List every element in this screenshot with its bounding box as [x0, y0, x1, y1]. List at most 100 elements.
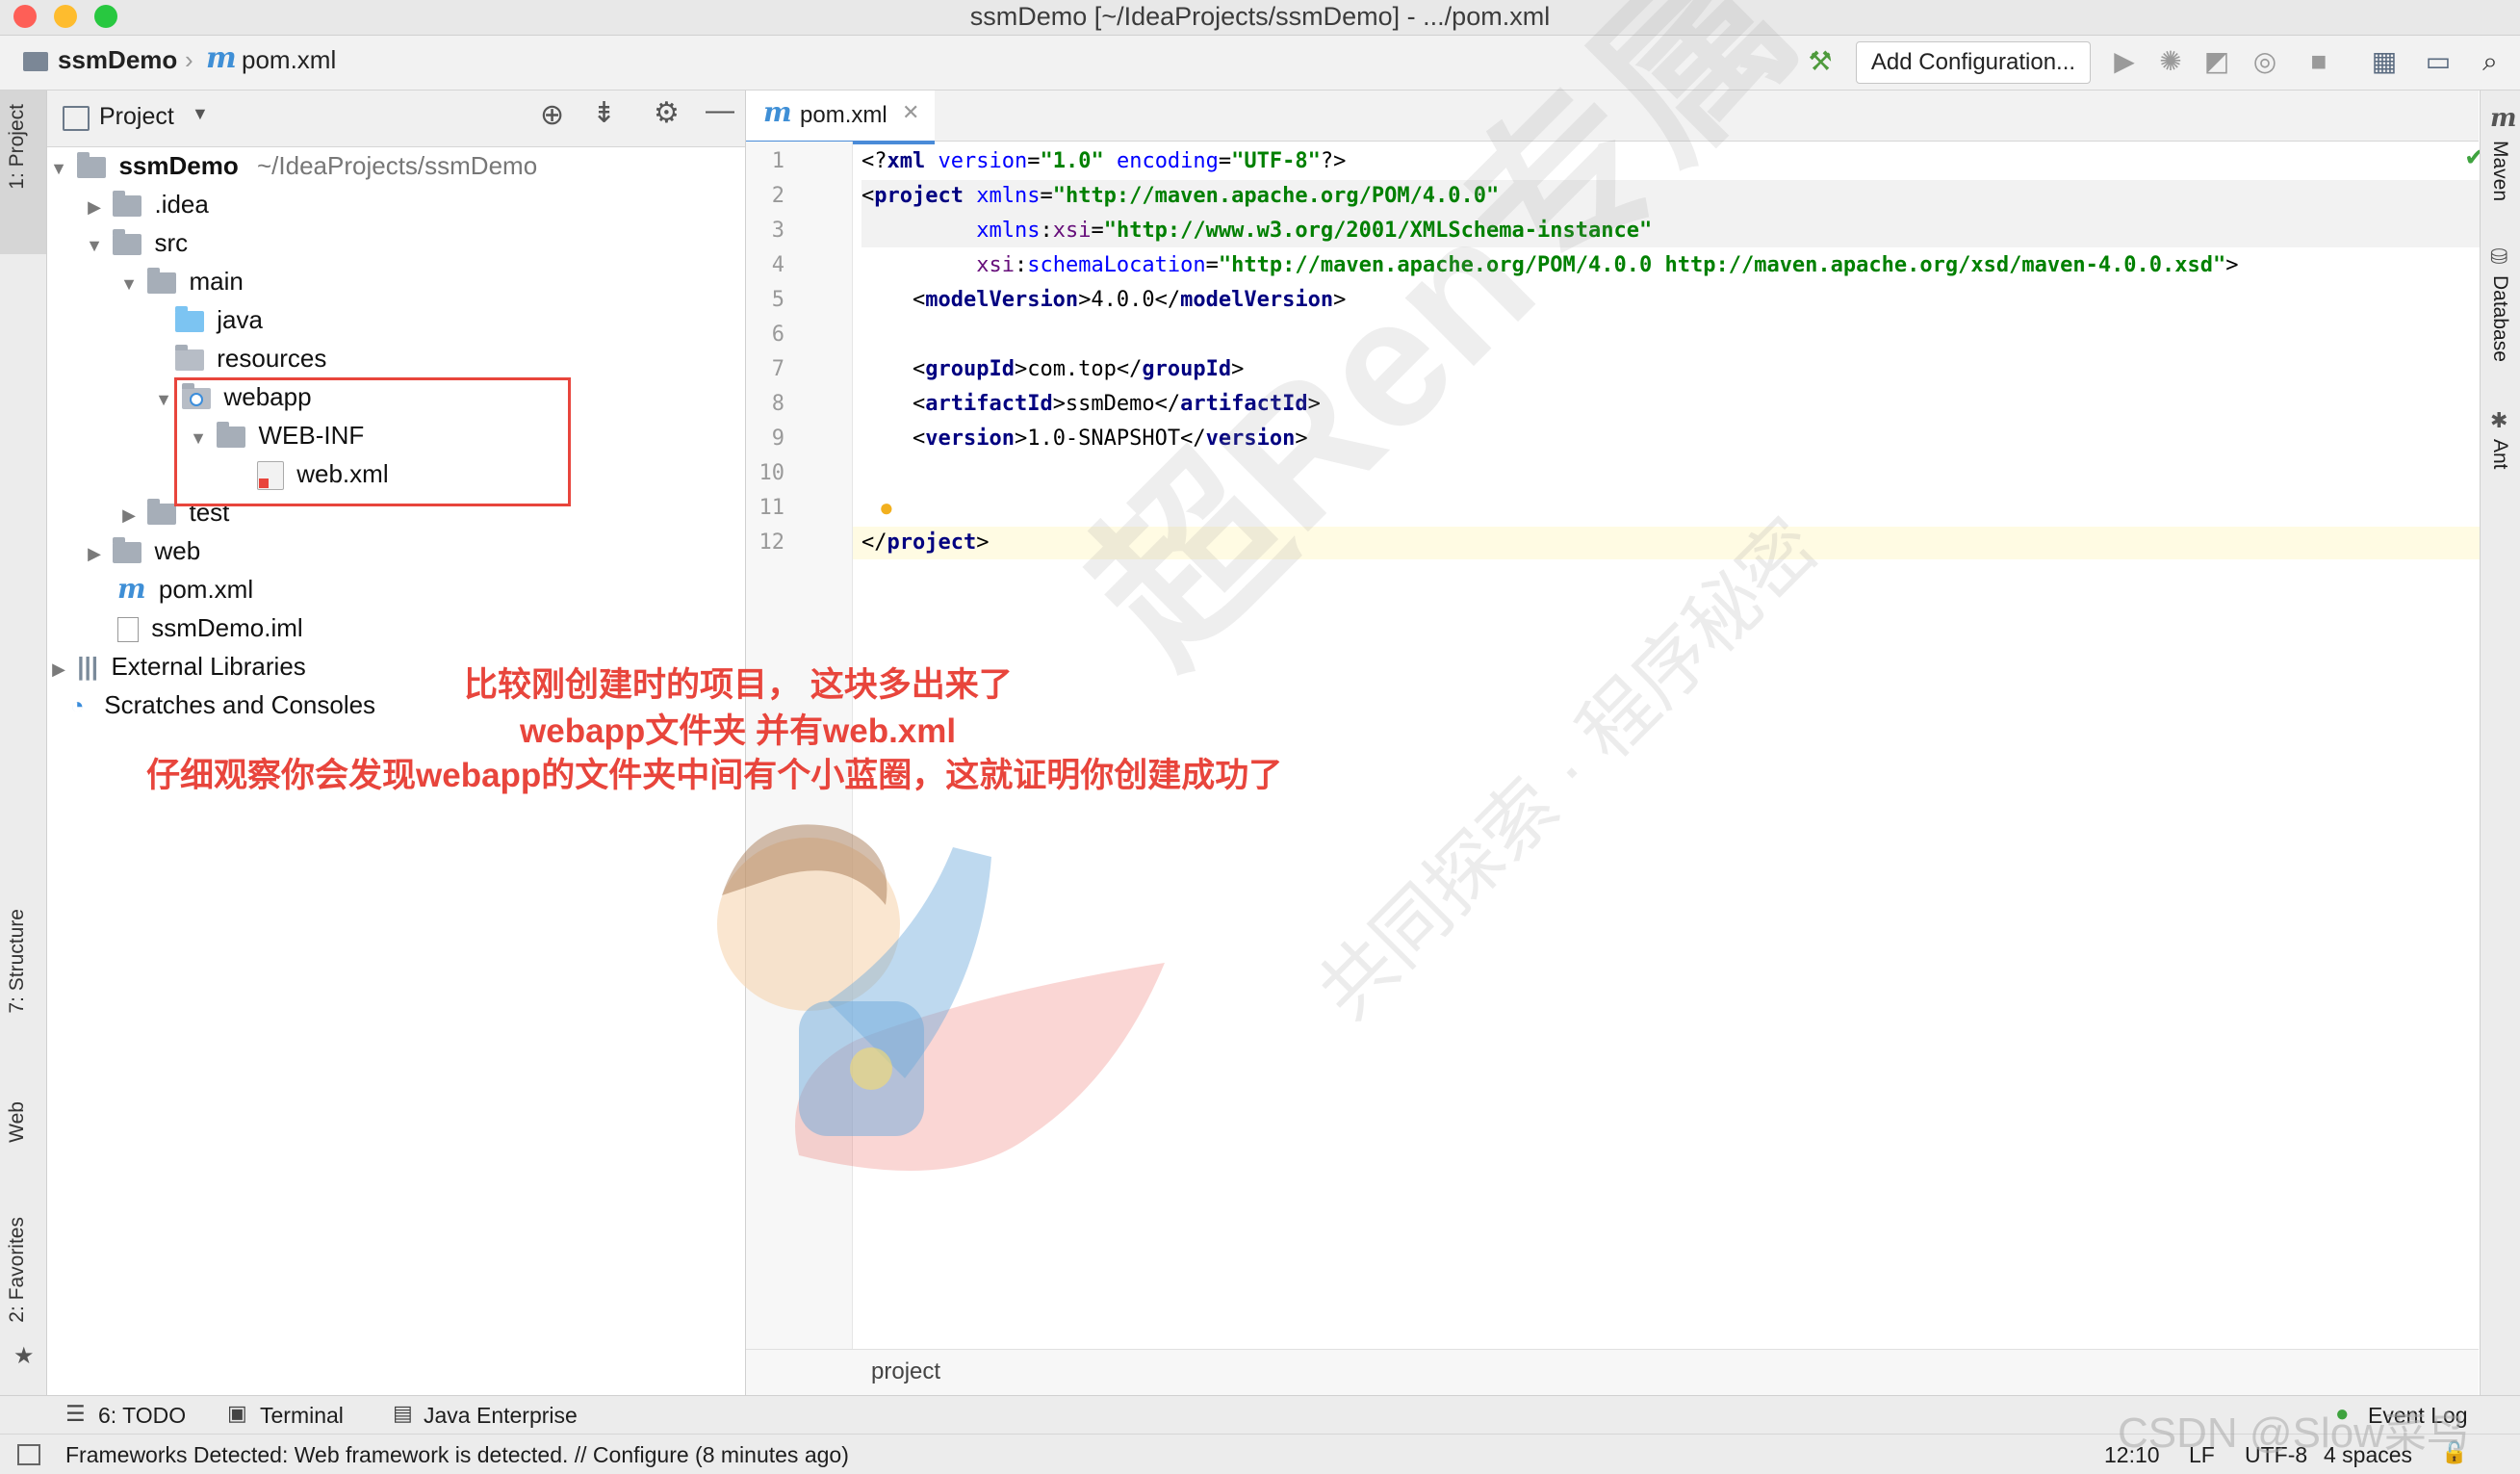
annotation-line-3: 仔细观察你会发现webapp的文件夹中间有个小蓝圈，这就证明你创建成功了 — [146, 757, 1283, 794]
collapsed-arrow-icon: ▶ — [52, 659, 65, 679]
collapsed-arrow-icon: ▶ — [122, 505, 136, 525]
maven-file-icon: m — [206, 41, 237, 75]
tree-row-pom[interactable]: m pom.xml — [117, 570, 253, 608]
folder-icon — [113, 191, 142, 218]
editor-breadcrumb-bar: project — [746, 1349, 2479, 1396]
ant-icon: ✱ — [2490, 408, 2508, 432]
project-view-selector[interactable]: Project — [99, 103, 174, 131]
watermark-sub: 共同探索 · 程序秘密 — [1301, 503, 1835, 1035]
run-icon[interactable]: ▶ — [2108, 45, 2141, 78]
line-number: 2 — [771, 184, 784, 208]
presentation-icon[interactable]: ▭ — [2422, 45, 2455, 78]
project-structure-icon[interactable]: ▦ — [2368, 45, 2401, 78]
breadcrumb-project[interactable]: ssmDemo — [58, 45, 177, 75]
tree-row-web[interactable]: ▶ web — [83, 531, 200, 570]
annotation-line-1: 比较刚创建时的项目， 这块多出来了 — [464, 666, 1013, 704]
collapsed-arrow-icon: ▶ — [88, 197, 101, 217]
tab-web[interactable]: Web — [6, 1101, 29, 1143]
expand-arrow-icon: ▼ — [50, 159, 67, 178]
line-number: 11 — [759, 496, 785, 520]
folder-icon — [113, 229, 142, 256]
tab-todo[interactable]: 6: TODO — [98, 1403, 186, 1429]
line-number: 9 — [771, 427, 784, 451]
tab-ant[interactable]: Ant — [2488, 439, 2511, 470]
tree-label: Scratches and Consoles — [104, 690, 376, 719]
maven-icon: m — [2490, 104, 2517, 133]
tree-row-src[interactable]: ▼ src — [83, 223, 188, 262]
expand-arrow-icon: ▼ — [155, 390, 172, 409]
maven-file-icon: m — [763, 96, 792, 128]
line-number: 7 — [771, 357, 784, 381]
tab-structure[interactable]: 7: Structure — [6, 909, 29, 1014]
module-folder-icon — [77, 152, 107, 179]
hide-panel-icon[interactable]: — — [706, 94, 734, 127]
lightbulb-icon[interactable]: ● — [879, 493, 894, 523]
expand-arrow-icon: ▼ — [86, 236, 103, 255]
tab-terminal[interactable]: Terminal — [260, 1403, 344, 1429]
source-folder-icon — [175, 306, 204, 333]
tree-label: main — [189, 267, 244, 296]
line-number: 5 — [771, 288, 784, 312]
project-view-icon — [63, 106, 90, 131]
scratches-icon: ◔ — [70, 693, 85, 719]
tree-row-scratches[interactable]: ◔ Scratches and Consoles — [70, 685, 375, 724]
expand-arrow-icon: ▼ — [120, 274, 138, 294]
tree-row-main[interactable]: ▼ main — [117, 262, 244, 300]
collapsed-arrow-icon: ▶ — [88, 544, 101, 563]
favorites-star-icon: ★ — [13, 1343, 35, 1369]
coverage-icon[interactable]: ◩ — [2200, 45, 2233, 78]
title-bar: ssmDemo [~/IdeaProjects/ssmDemo] - .../p… — [0, 0, 2520, 36]
tree-label: ssmDemo.iml — [151, 613, 303, 642]
status-message[interactable]: Frameworks Detected: Web framework is de… — [65, 1442, 849, 1468]
tree-row-root[interactable]: ▼ ssmDemo ~/IdeaProjects/ssmDemo — [47, 146, 537, 185]
code-line-1[interactable]: <?xml version="1.0" encoding="UTF-8"?> — [861, 149, 1346, 173]
tab-label: pom.xml — [800, 102, 887, 128]
library-icon: ||| — [77, 652, 99, 681]
maven-file-icon: m — [117, 573, 146, 605]
locate-icon[interactable]: ⊕ — [540, 98, 564, 132]
search-icon[interactable]: ⌕ — [2474, 45, 2507, 78]
tab-pom-xml[interactable]: m pom.xml ✕ — [746, 91, 935, 144]
tab-project[interactable]: 1: Project — [6, 104, 29, 190]
collapse-all-icon[interactable]: ⇟ — [592, 96, 616, 130]
tree-label: src — [154, 228, 189, 257]
editor-breadcrumb[interactable]: project — [871, 1358, 940, 1385]
chevron-down-icon[interactable]: ▼ — [192, 104, 209, 124]
tree-row-external-libraries[interactable]: ▶ ||| External Libraries — [47, 647, 306, 685]
profile-icon[interactable]: ◎ — [2249, 45, 2281, 78]
tree-label: External Libraries — [111, 652, 306, 681]
tab-database[interactable]: Database — [2488, 275, 2511, 362]
tree-row-idea[interactable]: ▶ .idea — [83, 185, 209, 223]
root-path: ~/IdeaProjects/ssmDemo — [256, 151, 538, 180]
tree-row-resources[interactable]: resources — [175, 339, 326, 377]
line-number: 6 — [771, 323, 784, 347]
close-tab-icon[interactable]: ✕ — [902, 100, 919, 125]
toggle-tool-windows-icon[interactable] — [17, 1444, 40, 1465]
tree-row-iml[interactable]: ssmDemo.iml — [117, 608, 303, 647]
tab-favorites[interactable]: 2: Favorites — [6, 1217, 29, 1323]
database-icon: ⛁ — [2490, 245, 2508, 269]
gear-icon[interactable]: ⚙ — [654, 96, 680, 130]
window-title: ssmDemo [~/IdeaProjects/ssmDemo] - .../p… — [969, 2, 1551, 31]
tree-row-java[interactable]: java — [175, 300, 263, 339]
folder-icon — [147, 499, 177, 526]
terminal-icon: ▣ — [227, 1401, 247, 1425]
debug-icon[interactable]: ✺ — [2154, 45, 2187, 78]
mascot-illustration — [717, 824, 1165, 1171]
line-number: 3 — [771, 219, 784, 243]
root-name: ssmDemo — [118, 151, 239, 180]
tree-label: java — [217, 305, 263, 334]
tree-label: web — [154, 536, 201, 565]
tree-label: pom.xml — [158, 575, 254, 604]
stop-icon[interactable]: ■ — [2302, 45, 2335, 78]
right-tool-stripe: m Maven ⛁ Database ✱ Ant — [2480, 91, 2520, 1395]
java-enterprise-icon: ▤ — [393, 1401, 413, 1425]
line-number: 10 — [759, 461, 785, 485]
project-folder-icon — [23, 52, 48, 71]
add-configuration-button[interactable]: Add Configuration... — [1856, 41, 2091, 84]
breadcrumb-file[interactable]: pom.xml — [242, 45, 336, 75]
code-line-12[interactable]: </project> — [861, 530, 989, 555]
csdn-watermark: CSDN @Slow菜鸟 — [2118, 1409, 2469, 1457]
tab-maven[interactable]: Maven — [2488, 141, 2511, 201]
tab-java-enterprise[interactable]: Java Enterprise — [424, 1403, 578, 1429]
